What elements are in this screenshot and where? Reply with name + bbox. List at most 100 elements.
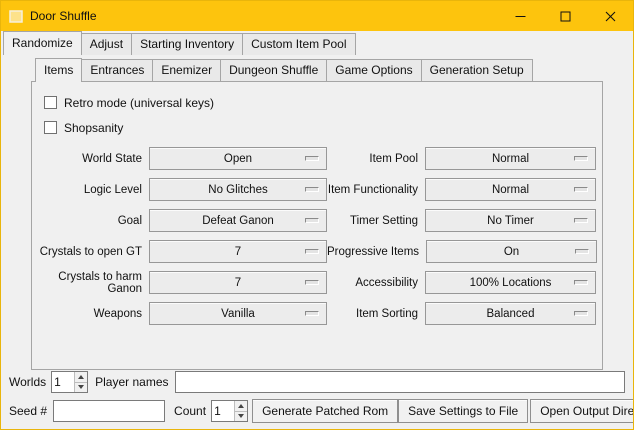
arrow-up-icon	[238, 404, 244, 408]
dropdown-indicator-icon	[305, 311, 319, 316]
tab-items[interactable]: Items	[35, 58, 82, 82]
bottom-controls: Worlds Player names Seed # Count	[1, 370, 633, 430]
crystals-open-gt-label: Crystals to open GT	[38, 246, 142, 258]
progressive-items-dropdown[interactable]: On	[426, 240, 597, 263]
goal-dropdown[interactable]: Defeat Ganon	[149, 209, 327, 232]
tab-custom-item-pool[interactable]: Custom Item Pool	[243, 33, 355, 55]
open-output-directory-button[interactable]: Open Output Directory	[530, 399, 634, 423]
items-panel: Retro mode (universal keys) Shopsanity W…	[31, 81, 603, 370]
retro-mode-checkbox[interactable]	[44, 96, 57, 109]
weapons-label: Weapons	[38, 308, 142, 320]
generate-patched-rom-button[interactable]: Generate Patched Rom	[252, 399, 398, 423]
shopsanity-checkbox[interactable]	[44, 121, 57, 134]
option-row: Weapons Vanilla Item Sorting Balanced	[38, 298, 596, 329]
arrow-down-icon	[78, 385, 84, 389]
tab-generation-setup[interactable]: Generation Setup	[422, 59, 533, 81]
arrow-down-icon	[238, 414, 244, 418]
item-sorting-label: Item Sorting	[327, 308, 418, 320]
logic-level-label: Logic Level	[38, 184, 142, 196]
maximize-button[interactable]	[543, 1, 588, 31]
dropdown-indicator-icon	[574, 187, 588, 192]
options-grid: World State Open Item Pool Normal Logic …	[38, 143, 596, 329]
worlds-spin-up[interactable]	[75, 372, 87, 382]
retro-mode-row: Retro mode (universal keys)	[38, 90, 596, 115]
item-functionality-label: Item Functionality	[327, 184, 418, 196]
option-row: Goal Defeat Ganon Timer Setting No Timer	[38, 205, 596, 236]
dropdown-indicator-icon	[305, 280, 319, 285]
item-sorting-value: Balanced	[487, 308, 535, 320]
option-row: Logic Level No Glitches Item Functionali…	[38, 174, 596, 205]
accessibility-label: Accessibility	[327, 277, 418, 289]
accessibility-value: 100% Locations	[470, 277, 552, 289]
tab-adjust[interactable]: Adjust	[82, 33, 132, 55]
count-input[interactable]	[212, 401, 234, 421]
count-spin-down[interactable]	[235, 411, 247, 422]
dropdown-indicator-icon	[574, 156, 588, 161]
tab-entrances[interactable]: Entrances	[82, 59, 153, 81]
progressive-items-label: Progressive Items	[327, 246, 419, 258]
item-functionality-dropdown[interactable]: Normal	[425, 178, 596, 201]
world-state-label: World State	[38, 153, 142, 165]
crystals-harm-ganon-label: Crystals to harm Ganon	[38, 271, 142, 295]
weapons-dropdown[interactable]: Vanilla	[149, 302, 327, 325]
seed-row: Seed # Count Generate Patched Rom Save S…	[9, 398, 625, 424]
player-names-input[interactable]	[175, 371, 626, 393]
count-spinner[interactable]	[211, 400, 248, 422]
count-spin-up[interactable]	[235, 401, 247, 411]
randomize-notebook: Items Entrances Enemizer Dungeon Shuffle…	[31, 58, 603, 370]
tab-dungeon-shuffle[interactable]: Dungeon Shuffle	[221, 59, 327, 81]
dropdown-indicator-icon	[574, 218, 588, 223]
shopsanity-row: Shopsanity	[38, 115, 596, 140]
door-shuffle-window: Door Shuffle Randomize Adjust Starting I…	[0, 0, 634, 430]
seed-input[interactable]	[53, 400, 165, 422]
timer-setting-dropdown[interactable]: No Timer	[425, 209, 596, 232]
dropdown-indicator-icon	[305, 249, 319, 254]
item-pool-value: Normal	[492, 153, 529, 165]
option-row: World State Open Item Pool Normal	[38, 143, 596, 174]
seed-label: Seed #	[9, 404, 47, 418]
client-area: Randomize Adjust Starting Inventory Cust…	[1, 31, 633, 429]
dropdown-indicator-icon	[574, 311, 588, 316]
worlds-spin-buttons	[74, 372, 87, 392]
timer-setting-value: No Timer	[487, 215, 534, 227]
close-button[interactable]	[588, 1, 633, 31]
dropdown-indicator-icon	[305, 187, 319, 192]
save-settings-button[interactable]: Save Settings to File	[398, 399, 528, 423]
outer-tab-bar: Randomize Adjust Starting Inventory Cust…	[1, 31, 633, 55]
crystals-open-gt-dropdown[interactable]: 7	[149, 240, 327, 263]
item-sorting-dropdown[interactable]: Balanced	[425, 302, 596, 325]
accessibility-dropdown[interactable]: 100% Locations	[425, 271, 596, 294]
crystals-harm-ganon-value: 7	[235, 277, 241, 289]
worlds-input[interactable]	[52, 372, 74, 392]
dropdown-indicator-icon	[574, 280, 588, 285]
tab-enemizer[interactable]: Enemizer	[153, 59, 221, 81]
goal-label: Goal	[38, 215, 142, 227]
logic-level-value: No Glitches	[208, 184, 267, 196]
item-functionality-value: Normal	[492, 184, 529, 196]
minimize-button[interactable]	[498, 1, 543, 31]
option-row: Crystals to harm Ganon 7 Accessibility 1…	[38, 267, 596, 298]
multiworld-row: Worlds Player names	[9, 370, 625, 394]
worlds-spin-down[interactable]	[75, 382, 87, 393]
arrow-up-icon	[78, 375, 84, 379]
crystals-open-gt-value: 7	[235, 246, 241, 258]
tab-game-options[interactable]: Game Options	[327, 59, 421, 81]
item-pool-dropdown[interactable]: Normal	[425, 147, 596, 170]
dropdown-indicator-icon	[305, 218, 319, 223]
count-spin-buttons	[234, 401, 247, 421]
dropdown-indicator-icon	[305, 156, 319, 161]
tab-starting-inventory[interactable]: Starting Inventory	[132, 33, 243, 55]
shopsanity-label: Shopsanity	[64, 121, 123, 135]
world-state-dropdown[interactable]: Open	[149, 147, 327, 170]
logic-level-dropdown[interactable]: No Glitches	[149, 178, 327, 201]
crystals-harm-ganon-dropdown[interactable]: 7	[149, 271, 327, 294]
dropdown-indicator-icon	[575, 249, 589, 254]
progressive-items-value: On	[504, 246, 519, 258]
worlds-spinner[interactable]	[51, 371, 88, 393]
worlds-label: Worlds	[9, 375, 46, 389]
inner-tab-bar: Items Entrances Enemizer Dungeon Shuffle…	[31, 58, 603, 81]
app-icon	[8, 8, 24, 24]
tab-randomize[interactable]: Randomize	[3, 31, 82, 55]
titlebar[interactable]: Door Shuffle	[1, 1, 633, 31]
count-label: Count	[174, 404, 206, 418]
